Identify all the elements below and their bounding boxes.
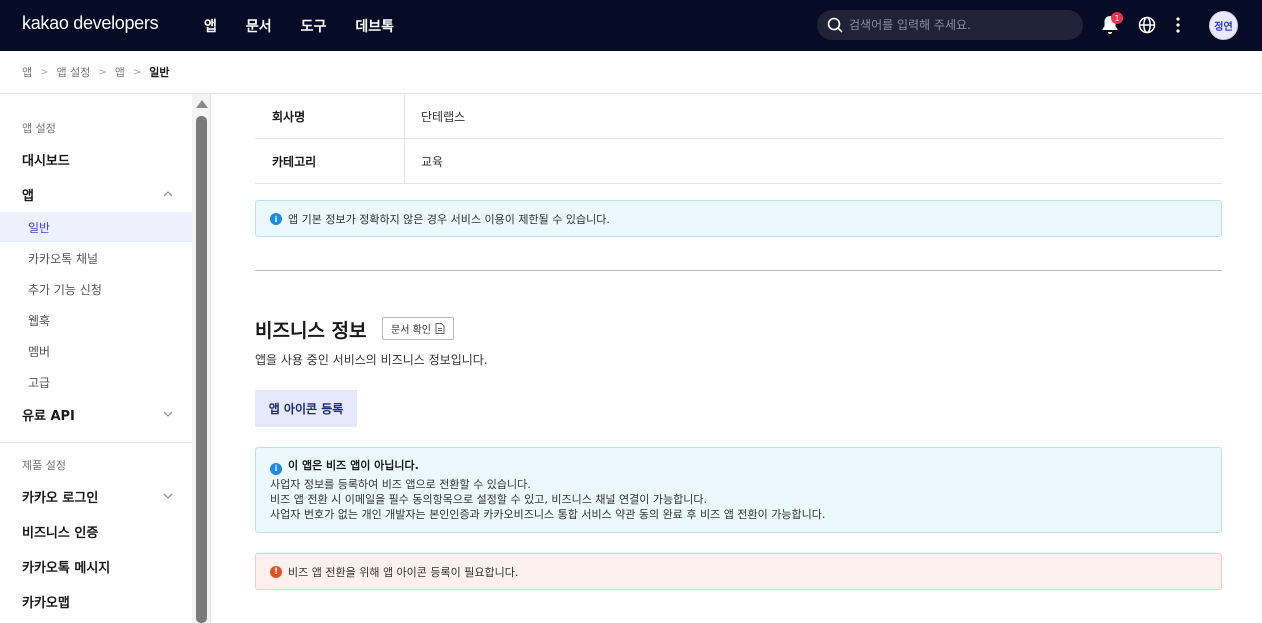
warning-notice: ! 비즈 앱 전환을 위해 앱 아이콘 등록이 필요합니다. [255, 553, 1222, 590]
section-description: 앱을 사용 중인 서비스의 비즈니스 정보입니다. [255, 353, 488, 367]
table-row: 카테고리 교육 [255, 139, 1222, 184]
row-value: 교육 [421, 154, 444, 169]
warning-notice-text: 비즈 앱 전환을 위해 앱 아이콘 등록이 필요합니다. [288, 565, 519, 579]
sidebar-item-label: 일반 [28, 220, 51, 235]
chevron-right-icon: > [132, 66, 142, 78]
breadcrumb-current: 일반 [149, 66, 170, 79]
document-icon [435, 323, 445, 334]
avatar[interactable]: 정연 [1209, 11, 1238, 40]
nav-docs[interactable]: 문서 [246, 16, 272, 36]
sidebar-item-dashboard[interactable]: 대시보드 [0, 144, 192, 174]
sidebar-divider [0, 442, 192, 443]
chevron-right-icon: > [98, 66, 107, 78]
section-title: 비즈니스 정보 [255, 320, 367, 342]
chevron-down-icon [163, 411, 173, 417]
sidebar-item-label: 카카오 로그인 [22, 490, 99, 506]
row-value: 단테랩스 [421, 109, 466, 124]
scrollbar-thumb[interactable] [196, 116, 207, 623]
sidebar-section-app-settings: 앱 설정 [22, 122, 56, 135]
sidebar-item-label: 카카오톡 메시지 [22, 560, 111, 576]
sidebar-item-label: 비즈니스 인증 [22, 525, 99, 541]
sidebar-item-label: 고급 [28, 375, 51, 390]
view-docs-label: 문서 확인 [391, 325, 431, 336]
scroll-up-arrow-icon[interactable] [196, 100, 208, 108]
info-icon: i [270, 212, 282, 225]
biz-app-notice-heading: i 이 앱은 비즈 앱이 아닙니다. [270, 458, 1207, 475]
sidebar-item-members[interactable]: 멤버 [0, 336, 192, 366]
nav-app[interactable]: 앱 [204, 16, 217, 36]
breadcrumb-item[interactable]: 앱 [115, 64, 125, 80]
more-menu-icon[interactable] [1172, 15, 1184, 35]
sidebar-section-product-settings: 제품 설정 [22, 459, 66, 472]
row-key: 회사명 [255, 94, 405, 138]
globe-icon[interactable] [1137, 15, 1157, 35]
notice-line: 비즈 앱 전환 시 이메일을 필수 동의항목으로 설정할 수 있고, 비즈니스 … [270, 492, 708, 506]
sidebar-item-webhook[interactable]: 웹훅 [0, 305, 192, 335]
sidebar-item-label: 유료 API [22, 408, 75, 424]
chevron-down-icon [163, 493, 173, 499]
biz-app-notice: i 이 앱은 비즈 앱이 아닙니다. 사업자 정보를 등록하여 비즈 앱으로 전환… [255, 447, 1222, 533]
chevron-right-icon: > [40, 66, 49, 78]
main-nav: 앱 문서 도구 데브톡 [204, 16, 423, 36]
breadcrumb: 앱 > 앱 설정 > 앱 > 일반 [0, 51, 1262, 94]
app-info-table: 회사명 단테랩스 카테고리 교육 [255, 94, 1222, 184]
search-input[interactable] [849, 18, 1069, 32]
notice-line: 사업자 정보를 등록하여 비즈 앱으로 전환할 수 있습니다. [270, 477, 531, 491]
sidebar-item-label: 멤버 [28, 344, 51, 359]
nav-tools[interactable]: 도구 [301, 16, 327, 36]
sidebar: 앱 설정 대시보드 앱 일반 카카오톡 채널 추가 기능 신청 웹훅 멤버 고급… [0, 94, 192, 623]
top-navigation-bar: kakao developers 앱 문서 도구 데브톡 1 정연 [0, 0, 1262, 51]
sidebar-item-label: 웹훅 [28, 313, 51, 328]
sidebar-item-general[interactable]: 일반 [0, 212, 192, 242]
sidebar-item-label: 앱 [22, 188, 34, 204]
section-divider [255, 270, 1222, 271]
biz-app-notice-title: 이 앱은 비즈 앱이 아닙니다. [288, 459, 419, 472]
breadcrumb-item[interactable]: 앱 설정 [57, 64, 91, 80]
brand-logo[interactable]: kakao developers [22, 13, 159, 34]
info-notice: i 앱 기본 정보가 정확하지 않은 경우 서비스 이용이 제한될 수 있습니다… [255, 200, 1222, 237]
chevron-up-icon [163, 191, 173, 197]
info-icon: i [270, 462, 282, 475]
row-key: 카테고리 [255, 139, 405, 183]
view-docs-button[interactable]: 문서 확인 [382, 317, 454, 340]
search-icon [827, 17, 843, 33]
sidebar-item-kakao-map[interactable]: 카카오맵 [0, 586, 192, 616]
table-row: 회사명 단테랩스 [255, 94, 1222, 139]
sidebar-item-business-auth[interactable]: 비즈니스 인증 [0, 516, 192, 546]
sidebar-item-feature-request[interactable]: 추가 기능 신청 [0, 274, 192, 304]
main-content: 회사명 단테랩스 카테고리 교육 i 앱 기본 정보가 정확하지 않은 경우 서… [211, 94, 1262, 623]
notification-badge: 1 [1111, 12, 1123, 24]
sidebar-item-label: 카카오톡 채널 [28, 251, 99, 266]
warning-icon: ! [270, 565, 282, 578]
sidebar-item-app[interactable]: 앱 [0, 179, 192, 209]
sidebar-item-kakao-login[interactable]: 카카오 로그인 [0, 481, 192, 511]
sidebar-item-label: 대시보드 [22, 153, 70, 169]
nav-devtalk[interactable]: 데브톡 [355, 16, 394, 36]
info-notice-text: 앱 기본 정보가 정확하지 않은 경우 서비스 이용이 제한될 수 있습니다. [288, 212, 610, 226]
sidebar-item-label: 추가 기능 신청 [28, 282, 102, 297]
breadcrumb-item[interactable]: 앱 [22, 64, 32, 80]
sidebar-item-advanced[interactable]: 고급 [0, 367, 192, 397]
sidebar-item-label: 카카오맵 [22, 595, 70, 611]
notice-line: 사업자 번호가 없는 개인 개발자는 본인인증과 카카오비즈니스 통합 서비스 … [270, 507, 826, 521]
sidebar-item-kakaotalk-channel[interactable]: 카카오톡 채널 [0, 243, 192, 273]
sidebar-item-kakaotalk-message[interactable]: 카카오톡 메시지 [0, 551, 192, 581]
search-box[interactable] [817, 10, 1083, 40]
sidebar-item-paid-api[interactable]: 유료 API [0, 399, 192, 429]
register-app-icon-button[interactable]: 앱 아이콘 등록 [255, 390, 357, 427]
